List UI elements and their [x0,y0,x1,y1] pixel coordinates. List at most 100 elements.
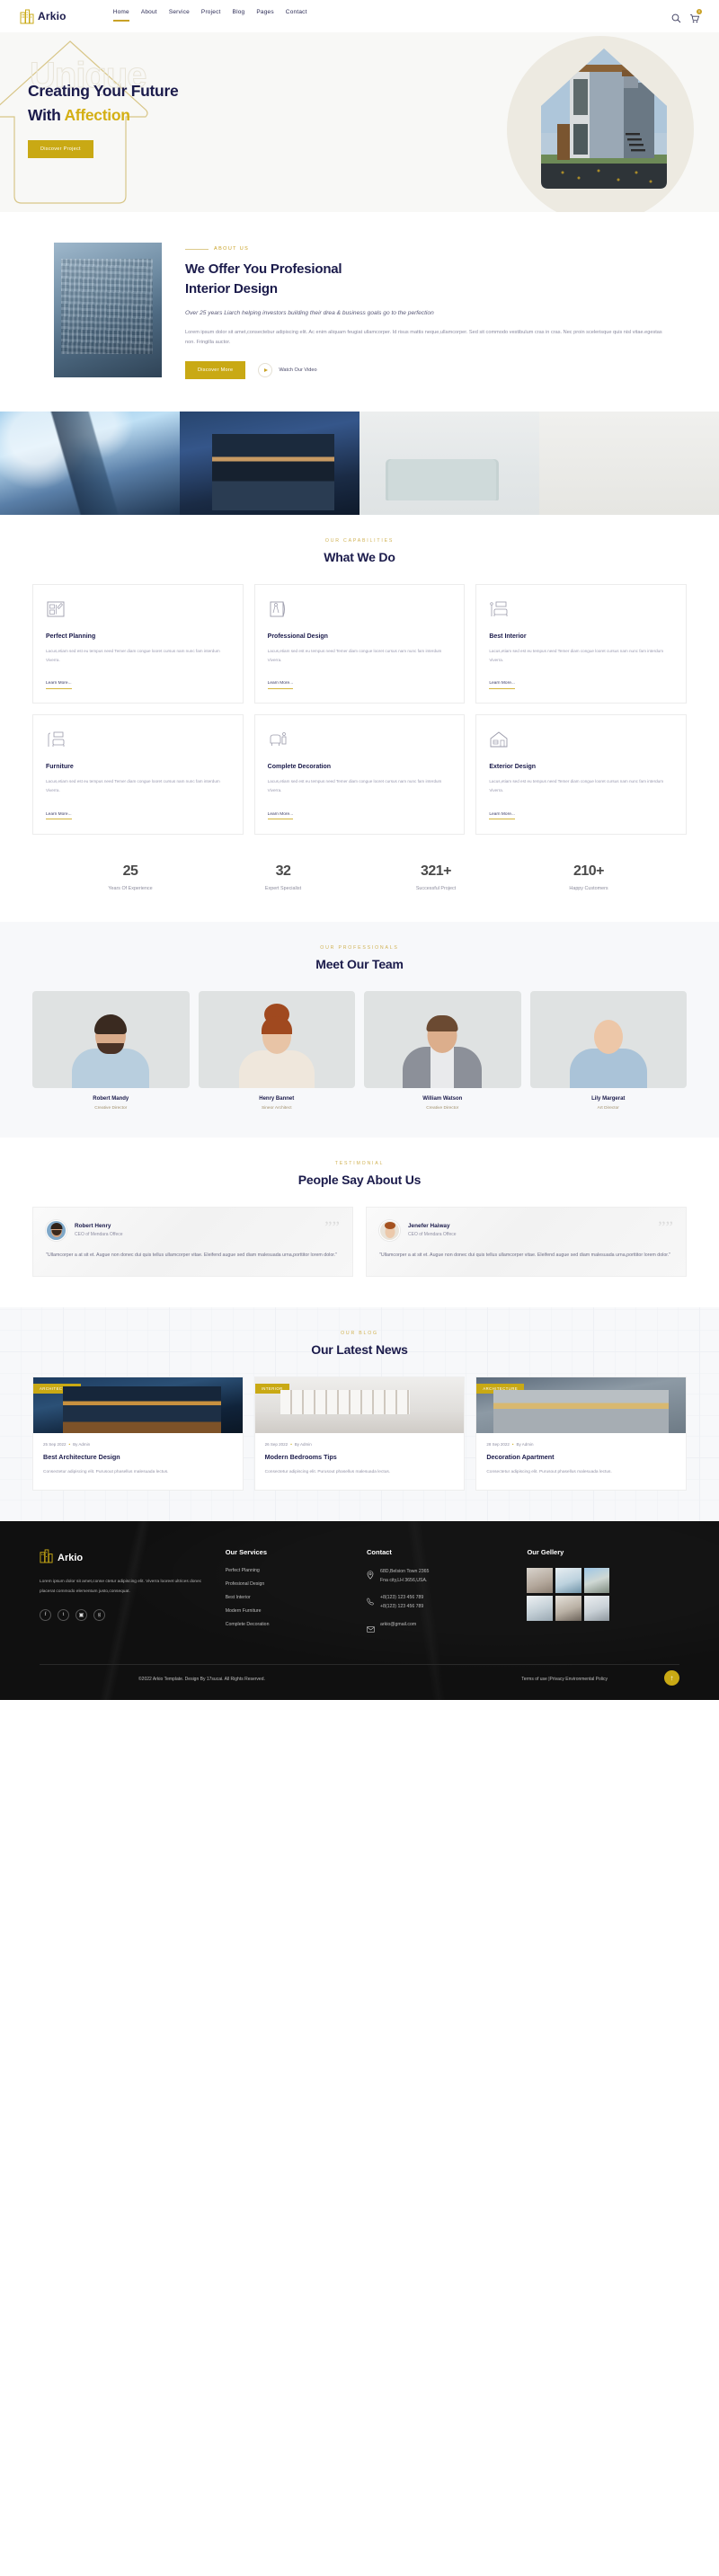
gallery-thumb[interactable] [555,1596,581,1622]
blog-post-card[interactable]: ARCHITECTURE 28 Sep 2022 • By Admin Decora… [475,1377,687,1492]
nav-item-contact[interactable]: Contact [286,9,307,23]
blog-post-category: ARCHITECTURE [33,1384,81,1394]
service-card[interactable]: Complete Decoration Lacus,etiam sed est … [253,714,466,835]
discover-project-button[interactable]: Discover Project [28,140,93,159]
blog-post-date: 26 Sep 2022 [264,1442,288,1447]
hero-title-accent: Affection [64,106,130,125]
service-learn-more-link[interactable]: Learn More... [46,811,72,820]
footer-service-link[interactable]: Profesional Design [226,1581,352,1587]
footer-phones: +8(123) 123 456 789 +8(123) 123 456 789 [380,1594,423,1611]
service-description: Lacus,etiam sed est eu tempus need Temer… [46,779,220,792]
nav-item-service[interactable]: Service [169,9,190,23]
stat-label: Years Of Experience [108,885,153,891]
google-plus-icon[interactable]: g [93,1608,105,1621]
service-card[interactable]: Furniture Lacus,etiam sed est eu tempus … [32,714,244,835]
service-learn-more-link[interactable]: Learn More... [489,811,515,820]
footer-email[interactable]: arkio@gmail.com [380,1621,416,1630]
nav-item-pages[interactable]: Pages [256,9,273,23]
about-section: About Us We Offer You Profesional Interi… [0,212,719,412]
testimonials-grid: ”” Robert Henry CEO of Mendara Offece "U… [0,1206,719,1278]
footer-logo[interactable]: Arkio [40,1548,211,1568]
blog-post-meta: 26 Sep 2022 • By Admin [264,1442,312,1447]
service-card[interactable]: Exterior Design Lacus,etiam sed est eu t… [475,714,687,835]
footer-service-link[interactable]: Perfect Planning [226,1568,352,1573]
service-learn-more-link[interactable]: Learn More... [267,681,294,689]
team-member-card[interactable]: Lily Margerat Art Director [529,990,687,1111]
facebook-icon[interactable]: f [40,1608,51,1621]
copyright-text: ©2022 Arkio Template. Design By 17sucai.… [138,1676,265,1682]
legal-links[interactable]: Terms of use |Privacy Environmental Poli… [521,1677,608,1682]
footer-contact-column: Contact 68D,Belsion Town 2365 Fna city,L… [367,1548,512,1646]
blueprint-icon [46,599,230,624]
nav-item-project[interactable]: Project [201,9,221,23]
service-description: Lacus,etiam sed est eu tempus need Temer… [489,779,664,792]
footer-phone-1[interactable]: +8(123) 123 456 789 [380,1595,423,1600]
team-member-card[interactable]: William Watson Creative Director [364,990,521,1111]
service-card[interactable]: Professional Design Lacus,etiam sed est … [253,584,466,704]
gallery-thumb[interactable] [527,1596,554,1622]
stats-section: 25 Years Of Experience 32 Expert Special… [0,835,719,922]
instagram-icon[interactable]: ▣ [75,1608,87,1621]
discover-more-button[interactable]: Discover More [185,361,246,380]
nav-item-about[interactable]: About [141,9,157,23]
footer: Arkio Lorem ipsum dolor sit amet,conse c… [0,1521,719,1700]
nav-links: Home About Service Project Blog Pages Co… [112,9,307,23]
footer-brand-name: Arkio [58,1553,84,1564]
phone-icon [367,1594,374,1610]
service-learn-more-link[interactable]: Learn More... [489,681,515,689]
strip-image-living-room [360,412,539,516]
house-icon [489,730,673,754]
nav-item-blog[interactable]: Blog [233,9,245,23]
team-member-role: Creative Director [426,1105,459,1111]
blog-post-card[interactable]: ARCHITECTURE 25 Sep 2022 • By Admin Best A… [32,1377,244,1492]
about-content: About Us We Offer You Profesional Interi… [185,243,665,380]
blog-post-body: 26 Sep 2022 • By Admin Modern Bedrooms Tip… [255,1433,465,1490]
team-member-card[interactable]: Henry Bannet Sineor Architect [198,990,355,1111]
testimonial-text: "Ullamcorper a at sit et. Augue non done… [379,1252,671,1258]
blog-post-meta: 25 Sep 2022 • By Admin [43,1442,91,1447]
gallery-thumb[interactable] [583,1596,610,1622]
service-card[interactable]: Perfect Planning Lacus,etiam sed est eu … [32,584,244,704]
blog-post-excerpt: Consectetur adipiscing elit. Purusout ph… [43,1470,169,1475]
testimonial-text: "Ullamcorper a at sit et. Augue non done… [46,1252,338,1258]
blog-heading: Our Blog Our Latest News [0,1307,719,1377]
blog-post-meta: 28 Sep 2022 • By Admin [486,1442,534,1447]
watch-video-button[interactable]: Watch Our Video [258,363,317,378]
blog-post-title[interactable]: Best Architecture Design [43,1453,233,1461]
footer-service-link[interactable]: Best Interior [226,1595,352,1600]
building-logo-icon [40,1548,53,1568]
footer-services-title: Our Services [225,1548,267,1557]
footer-phone-row: +8(123) 123 456 789 +8(123) 123 456 789 [367,1594,512,1611]
gallery-thumb[interactable] [527,1568,554,1594]
stat-value: 25 [122,863,138,879]
service-card[interactable]: Best Interior Lacus,etiam sed est eu tem… [475,584,687,704]
footer-gallery-title: Our Gellery [527,1548,564,1557]
blog-post-title[interactable]: Decoration Apartment [486,1453,676,1461]
service-learn-more-link[interactable]: Learn More... [267,811,294,820]
twitter-icon[interactable]: t [58,1608,69,1621]
about-building-image [54,243,162,377]
blog-post-card[interactable]: INTERIOR 26 Sep 2022 • By Admin Modern Bed… [253,1377,466,1492]
footer-phone-2[interactable]: +8(123) 123 456 789 [380,1604,423,1609]
testimonial-author: Robert Henry [75,1223,111,1230]
footer-service-link[interactable]: Modern Furniture [226,1608,352,1614]
stat-value: 210+ [573,863,605,879]
testimonial-role: CEO of Mendara Offece [408,1232,457,1238]
footer-gallery-column: Our Gellery [527,1548,679,1646]
brand-logo[interactable]: Arkio [20,8,67,24]
service-learn-more-link[interactable]: Learn More... [46,681,72,689]
cart-icon[interactable]: 0 [689,8,702,22]
search-icon[interactable] [671,12,681,22]
footer-grid: Arkio Lorem ipsum dolor sit amet,conse c… [40,1548,679,1646]
blog-post-author: By Admin [73,1442,91,1447]
footer-service-link[interactable]: Complete Decoration [226,1622,352,1627]
stat-item: 321+ Successful Project [360,863,512,891]
arrow-up-icon[interactable]: ↑ [664,1669,679,1686]
blog-post-title[interactable]: Modern Bedrooms Tips [265,1453,455,1461]
nav-item-home[interactable]: Home [112,9,129,23]
gallery-thumb[interactable] [583,1568,610,1594]
blog-post-body: 28 Sep 2022 • By Admin Decoration Apartmen… [476,1433,686,1490]
team-member-card[interactable]: Robert Mandy Creative Director [32,990,190,1111]
gallery-thumb[interactable] [555,1568,581,1594]
envelope-icon [367,1621,375,1637]
